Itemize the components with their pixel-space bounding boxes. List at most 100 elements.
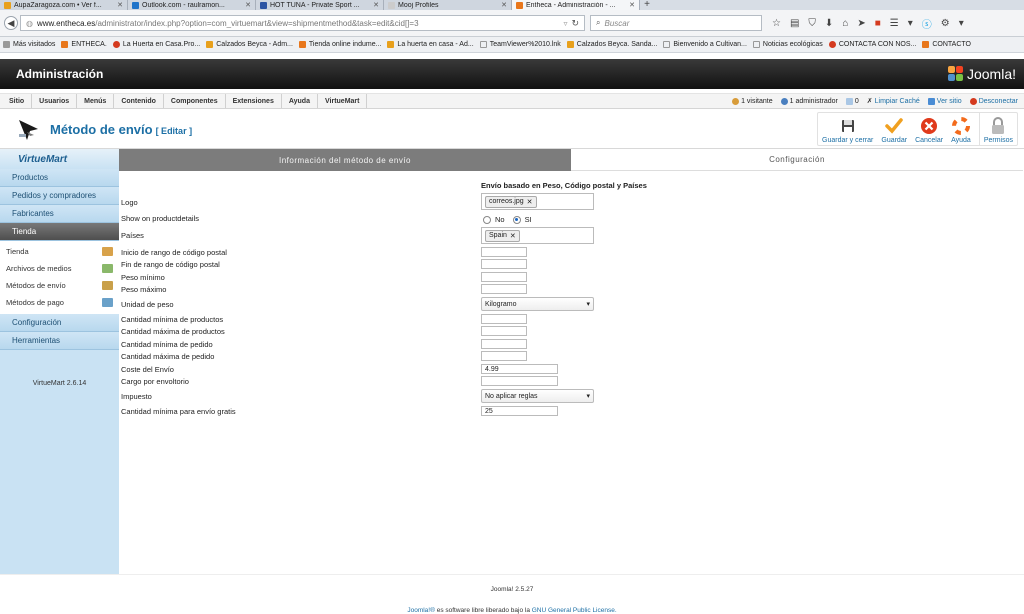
remove-chip-icon[interactable]: ✕	[510, 232, 516, 240]
tab-configuracion[interactable]: Configuración	[571, 149, 1023, 171]
bookmark-item[interactable]: Calzados Beyca. Sanda...	[566, 41, 657, 48]
logo-multiselect[interactable]: correos.jpg ✕	[481, 193, 594, 210]
sidebar-group-productos[interactable]: Productos	[0, 169, 119, 187]
browser-tab[interactable]: Mooj Profiles ✕	[384, 0, 512, 10]
bookmark-icon	[828, 41, 836, 48]
weight-max-input[interactable]	[481, 284, 527, 294]
package-fee-input[interactable]	[481, 376, 558, 386]
free-shipment-input[interactable]: 25	[481, 406, 558, 416]
send-icon[interactable]: ➤	[857, 18, 865, 29]
address-bar[interactable]: ◍ www.entheca.es/administrator/index.php…	[20, 15, 585, 31]
clear-cache-link[interactable]: ✗ Limpiar Caché	[867, 97, 920, 106]
cancel-x-icon	[920, 117, 938, 135]
close-tab-icon[interactable]: ✕	[373, 1, 379, 9]
products-min-input[interactable]	[481, 314, 527, 324]
messages-link[interactable]: 0	[845, 97, 859, 105]
menu-usuarios[interactable]: Usuarios	[32, 94, 78, 108]
status-area: 1 visitante 1 administrador 0 ✗ Limpiar C…	[732, 97, 1022, 105]
home-icon[interactable]: ⌂	[842, 18, 848, 29]
pocket-icon[interactable]: ⛉	[808, 18, 816, 29]
logout-link[interactable]: Desconectar	[969, 97, 1018, 105]
tools-icon[interactable]: ⚙	[941, 18, 950, 29]
sidebar-item-tienda[interactable]: Tienda	[0, 243, 119, 260]
shipment-cost-input[interactable]: 4.99	[481, 364, 558, 374]
sidebar-group-tienda[interactable]: Tienda	[0, 223, 119, 241]
close-tab-icon[interactable]: ✕	[501, 1, 507, 9]
countries-multiselect[interactable]: Spain ✕	[481, 227, 594, 244]
remove-chip-icon[interactable]: ✕	[527, 198, 533, 206]
browser-tab[interactable]: Outlook.com - raulramon... ✕	[128, 0, 256, 10]
joomla-bookmark-icon	[922, 41, 930, 48]
truck-icon	[102, 281, 113, 290]
close-tab-icon[interactable]: ✕	[245, 1, 251, 9]
menu-componentes[interactable]: Componentes	[164, 94, 226, 108]
help-button[interactable]: Ayuda	[947, 113, 975, 145]
browser-tab-active[interactable]: Entheca - Administración - ... ✕	[512, 0, 640, 10]
browser-tab[interactable]: AupaZaragoza.com • Ver f... ✕	[0, 0, 128, 10]
weight-min-input[interactable]	[481, 272, 527, 282]
products-max-input[interactable]	[481, 326, 527, 336]
menu-ayuda[interactable]: Ayuda	[282, 94, 318, 108]
reload-icon[interactable]: ↻	[571, 18, 579, 29]
save-and-close-button[interactable]: Guardar y cerrar	[818, 113, 877, 145]
reading-list-icon[interactable]: ▤	[790, 18, 799, 29]
tax-select[interactable]: No aplicar reglas ▾	[481, 389, 594, 403]
bookmark-icon	[3, 41, 10, 48]
browser-tab[interactable]: HOT TUNA - Private Sport ... ✕	[256, 0, 384, 10]
zip-start-input[interactable]	[481, 247, 527, 257]
sidebar-item-metodos-envio[interactable]: Métodos de envío	[0, 277, 119, 294]
download-icon[interactable]: ⬇	[825, 18, 833, 29]
bookmark-item[interactable]: CONTACTO	[922, 41, 971, 48]
bookmark-item[interactable]: Más visitados	[3, 41, 55, 48]
bookmark-item[interactable]: TeamViewer%2010.lnk	[479, 41, 561, 48]
radio-si[interactable]	[512, 215, 521, 224]
menu-menus[interactable]: Menús	[77, 94, 115, 108]
close-tab-icon[interactable]: ✕	[117, 1, 123, 9]
bookmark-item[interactable]: Calzados Beyca - Adm...	[206, 41, 293, 48]
menu-icon[interactable]: ☰	[890, 18, 899, 29]
bookmark-item[interactable]: ENTHECA.	[61, 41, 107, 48]
sidebar-item-metodos-pago[interactable]: Métodos de pago	[0, 294, 119, 311]
bookmark-item[interactable]: Tienda online indume...	[298, 41, 381, 48]
bookmark-item[interactable]: La Huerta en Casa.Pro...	[112, 41, 200, 48]
menu-sitio[interactable]: Sitio	[2, 94, 33, 108]
permissions-button[interactable]: Permisos	[978, 113, 1017, 145]
license-notice: Joomla!® es software libre liberado bajo…	[407, 607, 617, 614]
close-tab-icon[interactable]: ✕	[629, 1, 635, 9]
sidebar-item-archivos-medios[interactable]: Archivos de medios	[0, 260, 119, 277]
weight-unit-select[interactable]: Kilogramo ▾	[481, 297, 594, 311]
skype-icon[interactable]: ⓢ	[922, 16, 932, 31]
cancel-button[interactable]: Cancelar	[911, 113, 947, 145]
zip-end-input[interactable]	[481, 259, 527, 269]
sidebar-group-pedidos[interactable]: Pedidos y compradores	[0, 187, 119, 205]
bookmark-item[interactable]: La huerta en casa - Ad...	[387, 41, 474, 48]
new-tab-button[interactable]: +	[640, 0, 654, 10]
gpl-link[interactable]: GNU General Public License.	[532, 607, 617, 614]
country-chip: Spain ✕	[485, 229, 520, 242]
bookmark-star-icon[interactable]: ☆	[772, 18, 781, 29]
menu-contenido[interactable]: Contenido	[114, 94, 164, 108]
addon-red-icon[interactable]: ■	[875, 18, 881, 29]
sidebar-group-configuracion[interactable]: Configuración	[0, 314, 119, 332]
order-max-input[interactable]	[481, 351, 527, 361]
browser-toolbar-icons: ☆ ▤ ⛉ ⬇ ⌂ ➤ ■ ☰ ▾ ⓢ ⚙ ▾	[772, 16, 964, 31]
save-button[interactable]: Guardar	[877, 113, 911, 145]
joomla-link[interactable]: Joomla!®	[407, 607, 435, 614]
bookmark-item[interactable]: Noticias ecológicas	[752, 41, 823, 48]
bookmark-item[interactable]: CONTACTA CON NOS...	[828, 41, 916, 48]
view-site-link[interactable]: Ver sitio	[927, 97, 962, 105]
sidebar-group-fabricantes[interactable]: Fabricantes	[0, 205, 119, 223]
back-button[interactable]: ◀	[4, 16, 18, 30]
label-products-min: Cantidad mínima de productos	[121, 315, 224, 324]
search-input[interactable]: ⌕ Buscar	[590, 15, 762, 31]
overflow-icon[interactable]: ▾	[959, 18, 964, 29]
bookmark-item[interactable]: Bienvenido a Cultivan...	[663, 41, 747, 48]
menu-virtuemart[interactable]: VirtueMart	[318, 94, 368, 108]
order-min-input[interactable]	[481, 339, 527, 349]
dropdown-arrow-icon[interactable]: ▿	[563, 19, 567, 28]
tab-informacion-metodo[interactable]: Información del método de envío	[119, 149, 571, 171]
extension-icon[interactable]: ▾	[908, 18, 913, 29]
radio-no[interactable]	[483, 215, 491, 224]
sidebar-group-herramientas[interactable]: Herramientas	[0, 332, 119, 350]
menu-extensiones[interactable]: Extensiones	[226, 94, 282, 108]
